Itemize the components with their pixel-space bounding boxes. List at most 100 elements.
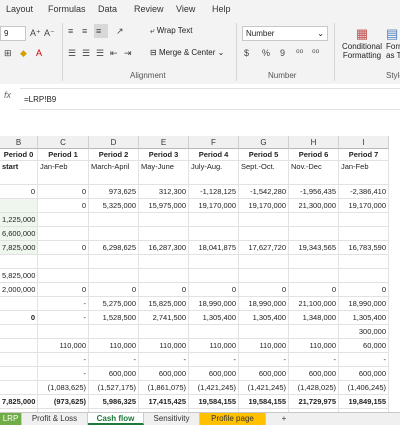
cell[interactable]: -	[139, 353, 189, 367]
cell[interactable]	[89, 255, 139, 269]
cell[interactable]: -	[289, 353, 339, 367]
cell[interactable]	[0, 353, 38, 367]
cell[interactable]: Jan-Feb	[38, 161, 89, 185]
formula-input[interactable]: =LRP!B9	[20, 88, 400, 110]
cell[interactable]: 0	[89, 283, 139, 297]
cell[interactable]: 7,825,000	[0, 395, 38, 409]
tab-sensitivity[interactable]: Sensitivity	[144, 413, 200, 425]
decrease-font-icon[interactable]: A⁻	[44, 28, 55, 39]
cell[interactable]: -1,542,280	[239, 185, 289, 199]
increase-font-icon[interactable]: A⁺	[30, 28, 41, 39]
cell[interactable]: 600,000	[139, 367, 189, 381]
cell[interactable]: (1,406,245)	[339, 381, 389, 395]
column-header[interactable]: B	[0, 136, 38, 149]
cell[interactable]: Period 4	[189, 149, 239, 161]
cell[interactable]: -	[189, 353, 239, 367]
menu-data[interactable]: Data	[98, 4, 117, 14]
cell[interactable]: 5,325,000	[89, 199, 139, 213]
cell[interactable]	[339, 213, 389, 227]
cell[interactable]: Jan-Feb	[339, 161, 389, 185]
cell[interactable]: 19,170,000	[239, 199, 289, 213]
cell[interactable]: -	[339, 353, 389, 367]
cell[interactable]	[289, 213, 339, 227]
cell[interactable]: 600,000	[189, 367, 239, 381]
cell[interactable]: 5,275,000	[89, 297, 139, 311]
tab-lrp[interactable]: LRP	[0, 413, 22, 425]
cell[interactable]: 0	[0, 311, 38, 325]
cell[interactable]: 600,000	[339, 367, 389, 381]
cell[interactable]	[89, 325, 139, 339]
cell[interactable]: March-April	[89, 161, 139, 185]
cell[interactable]: (1,421,245)	[189, 381, 239, 395]
cell[interactable]: -2,386,410	[339, 185, 389, 199]
cell[interactable]	[89, 227, 139, 241]
cell[interactable]: 1,305,400	[339, 311, 389, 325]
cell[interactable]	[38, 255, 89, 269]
increase-indent-icon[interactable]: ⇥	[124, 48, 132, 59]
cell[interactable]: (973,625)	[38, 395, 89, 409]
cell[interactable]	[289, 255, 339, 269]
cell[interactable]	[239, 227, 289, 241]
cell[interactable]: 110,000	[38, 339, 89, 353]
cell[interactable]	[0, 255, 38, 269]
cell[interactable]: 60,000	[339, 339, 389, 353]
add-sheet-icon[interactable]: +	[276, 413, 292, 425]
align-middle-icon[interactable]: ≡	[82, 26, 87, 36]
cell[interactable]: 973,625	[89, 185, 139, 199]
cell[interactable]: 0	[0, 185, 38, 199]
cell[interactable]: Period 6	[289, 149, 339, 161]
cell[interactable]: Period 1	[38, 149, 89, 161]
increase-decimal-icon[interactable]: ⁰⁰	[296, 48, 303, 59]
cell[interactable]	[139, 213, 189, 227]
cell[interactable]: -1,128,125	[189, 185, 239, 199]
cell[interactable]: 6,298,625	[89, 241, 139, 255]
cell[interactable]	[239, 325, 289, 339]
font-color-icon[interactable]: A	[36, 48, 42, 58]
cell[interactable]: 300,000	[339, 325, 389, 339]
cell[interactable]	[0, 325, 38, 339]
cell[interactable]: 21,729,975	[289, 395, 339, 409]
cell[interactable]: 0	[38, 283, 89, 297]
cell[interactable]: 17,415,425	[139, 395, 189, 409]
cell[interactable]	[89, 269, 139, 283]
cell[interactable]: Period 0	[0, 149, 38, 161]
cell[interactable]: 0	[289, 283, 339, 297]
cell[interactable]: 16,287,300	[139, 241, 189, 255]
cell[interactable]: 1,225,000	[0, 213, 38, 227]
cell[interactable]: 19,849,155	[339, 395, 389, 409]
format-as-table-button[interactable]: ▤ Format as Table	[386, 26, 400, 60]
cell[interactable]: 21,100,000	[289, 297, 339, 311]
cell[interactable]	[0, 297, 38, 311]
merge-center-button[interactable]: ⊟ Merge & Center ⌄	[150, 48, 224, 57]
cell[interactable]: start	[0, 161, 38, 185]
column-header[interactable]: F	[189, 136, 239, 149]
cell[interactable]: 16,783,590	[339, 241, 389, 255]
cell[interactable]: 1,348,000	[289, 311, 339, 325]
cell[interactable]: 110,000	[239, 339, 289, 353]
column-header[interactable]: D	[89, 136, 139, 149]
conditional-formatting-button[interactable]: ▦ Conditional Formatting	[338, 26, 386, 60]
cell[interactable]: 19,584,155	[239, 395, 289, 409]
cell[interactable]	[0, 339, 38, 353]
cell[interactable]: (1,527,175)	[89, 381, 139, 395]
cell[interactable]: 312,300	[139, 185, 189, 199]
tab-profit-loss[interactable]: Profit & Loss	[22, 413, 88, 425]
cell[interactable]: 5,986,325	[89, 395, 139, 409]
cell[interactable]: 6,600,000	[0, 227, 38, 241]
align-left-icon[interactable]: ☰	[68, 48, 76, 59]
cell[interactable]: July-Aug.	[189, 161, 239, 185]
column-header[interactable]: H	[289, 136, 339, 149]
cell[interactable]: 600,000	[289, 367, 339, 381]
cell[interactable]: Nov.-Dec	[289, 161, 339, 185]
cell[interactable]: 0	[38, 199, 89, 213]
cell[interactable]: 600,000	[239, 367, 289, 381]
cell[interactable]: 0	[189, 283, 239, 297]
menu-layout[interactable]: Layout	[6, 4, 33, 14]
cell[interactable]: (1,428,025)	[289, 381, 339, 395]
fill-color-icon[interactable]: ◆	[20, 48, 27, 59]
cell[interactable]	[339, 269, 389, 283]
column-header[interactable]: C	[38, 136, 89, 149]
cell[interactable]	[0, 381, 38, 395]
decrease-indent-icon[interactable]: ⇤	[110, 48, 118, 59]
cell[interactable]: -	[38, 367, 89, 381]
